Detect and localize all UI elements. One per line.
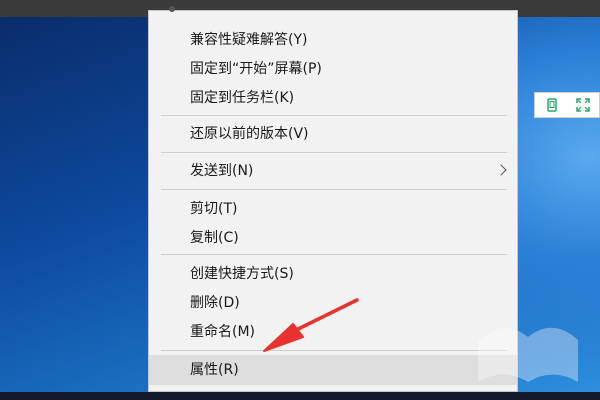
phone-icon[interactable]	[544, 97, 560, 113]
menu-item-cut[interactable]: 剪切(T)	[149, 195, 517, 223]
menu-item-pin-to-start[interactable]: 固定到“开始”屏幕(P)	[149, 55, 517, 83]
menu-separator	[161, 115, 507, 116]
menu-item-label: 重命名(M)	[190, 324, 256, 340]
menu-item-partial[interactable]	[149, 0, 517, 25]
menu-bullet-icon	[169, 6, 175, 12]
menu-item-send-to[interactable]: 发送到(N)	[149, 157, 517, 185]
menu-item-label: 还原以前的版本(V)	[190, 126, 309, 142]
menu-item-label: 创建快捷方式(S)	[190, 266, 294, 282]
menu-item-copy[interactable]: 复制(C)	[149, 224, 517, 252]
watermark-logo	[478, 327, 578, 382]
menu-item-restore-previous-versions[interactable]: 还原以前的版本(V)	[149, 120, 517, 148]
menu-separator	[161, 152, 507, 153]
chevron-right-icon	[495, 164, 507, 176]
menu-item-label: 删除(D)	[190, 295, 240, 311]
menu-item-label: 属性(R)	[190, 362, 239, 378]
expand-icon[interactable]	[575, 97, 591, 113]
menu-item-label: 兼容性疑难解答(Y)	[190, 32, 308, 48]
menu-item-label: 复制(C)	[190, 230, 239, 246]
floating-toolbar	[534, 92, 600, 118]
taskbar-edge	[0, 392, 600, 400]
menu-item-properties[interactable]: 属性(R)	[149, 355, 517, 385]
menu-item-delete[interactable]: 删除(D)	[149, 289, 517, 317]
menu-item-pin-to-taskbar[interactable]: 固定到任务栏(K)	[149, 84, 517, 112]
menu-separator	[161, 189, 507, 190]
menu-item-create-shortcut[interactable]: 创建快捷方式(S)	[149, 260, 517, 288]
menu-separator	[161, 254, 507, 255]
menu-item-rename[interactable]: 重命名(M)	[149, 318, 517, 346]
menu-item-label: 固定到任务栏(K)	[190, 90, 295, 106]
context-menu: 兼容性疑难解答(Y) 固定到“开始”屏幕(P) 固定到任务栏(K) 还原以前的版…	[148, 6, 518, 392]
menu-separator	[161, 350, 507, 351]
menu-item-label: 固定到“开始”屏幕(P)	[190, 61, 322, 77]
menu-item-compatibility-troubleshoot[interactable]: 兼容性疑难解答(Y)	[149, 26, 517, 54]
menu-item-label: 发送到(N)	[190, 163, 254, 179]
menu-item-label: 剪切(T)	[190, 201, 238, 217]
